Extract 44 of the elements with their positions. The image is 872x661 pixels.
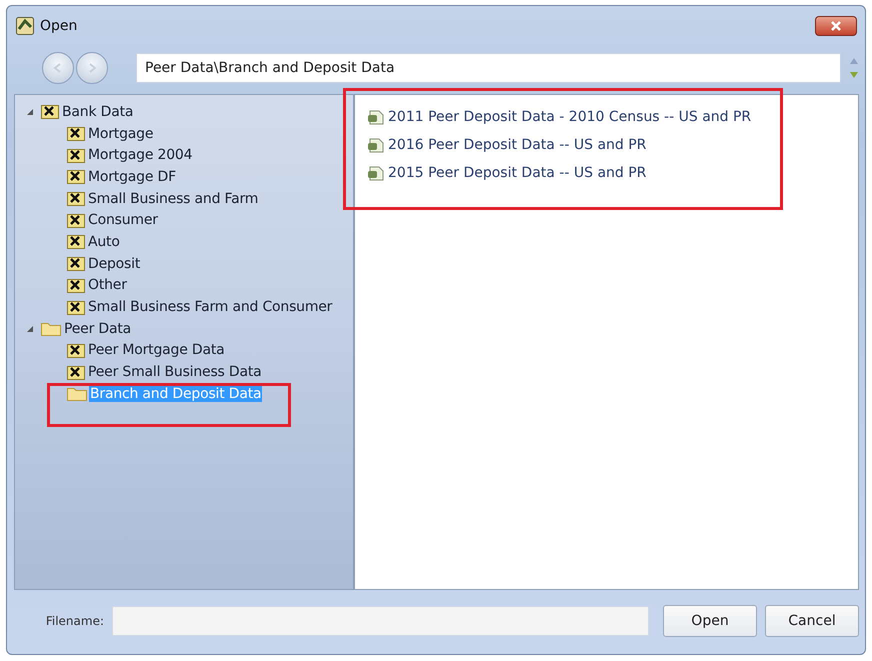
table-x-icon — [67, 212, 85, 228]
file-item[interactable]: 2015 Peer Deposit Data -- US and PR — [388, 165, 646, 181]
tree-item[interactable]: Deposit — [87, 256, 142, 272]
table-x-icon — [67, 300, 85, 315]
tree-item[interactable]: Other — [87, 277, 128, 294]
close-icon — [831, 21, 841, 31]
folder-icon — [67, 386, 87, 402]
file-item[interactable]: 2011 Peer Deposit Data - 2010 Census -- US and PR — [388, 109, 752, 125]
table-x-icon — [67, 234, 85, 250]
close-button[interactable] — [815, 16, 857, 36]
tree-item[interactable]: Auto — [87, 234, 121, 250]
table-x-icon — [67, 342, 85, 358]
tree-item[interactable]: Peer Data — [63, 320, 132, 337]
table-x-icon — [67, 126, 85, 142]
tree-item[interactable]: Mortgage DF — [87, 168, 177, 185]
table-x-icon — [67, 364, 85, 380]
tree-item[interactable]: Peer Small Business Data — [87, 364, 263, 380]
filename-label: Filename: — [44, 614, 104, 628]
tree-item[interactable]: Bank Data — [61, 104, 134, 120]
table-x-icon — [67, 169, 85, 184]
document-icon — [367, 165, 385, 181]
table-x-icon — [67, 148, 85, 163]
tree-item[interactable]: Consumer — [87, 212, 159, 228]
document-icon — [367, 109, 385, 125]
filename-field[interactable] — [112, 606, 649, 636]
file-item[interactable]: 2016 Peer Deposit Data -- US and PR — [388, 137, 646, 153]
window-title: Open — [40, 18, 78, 34]
app-logo-icon — [16, 17, 34, 35]
cancel-button[interactable]: Cancel — [765, 605, 859, 637]
tree-item[interactable]: Peer Mortgage Data — [87, 342, 226, 358]
folder-icon — [41, 321, 61, 336]
tree-item[interactable]: Small Business and Farm — [87, 190, 260, 207]
document-icon — [367, 137, 385, 153]
table-x-icon — [67, 256, 85, 272]
open-button[interactable]: Open — [663, 605, 757, 637]
path-field[interactable]: Peer Data\Branch and Deposit Data — [136, 53, 841, 83]
table-x-icon — [67, 191, 85, 206]
table-x-icon — [41, 104, 59, 120]
expanded-arrow-icon[interactable] — [25, 324, 34, 334]
expanded-arrow-icon[interactable] — [25, 107, 34, 116]
tree-item[interactable]: Mortgage — [87, 126, 154, 142]
table-x-icon — [67, 278, 85, 293]
tree-item[interactable]: Mortgage 2004 — [87, 147, 194, 164]
tree-item[interactable]: Small Business Farm and Consumer — [87, 299, 334, 316]
